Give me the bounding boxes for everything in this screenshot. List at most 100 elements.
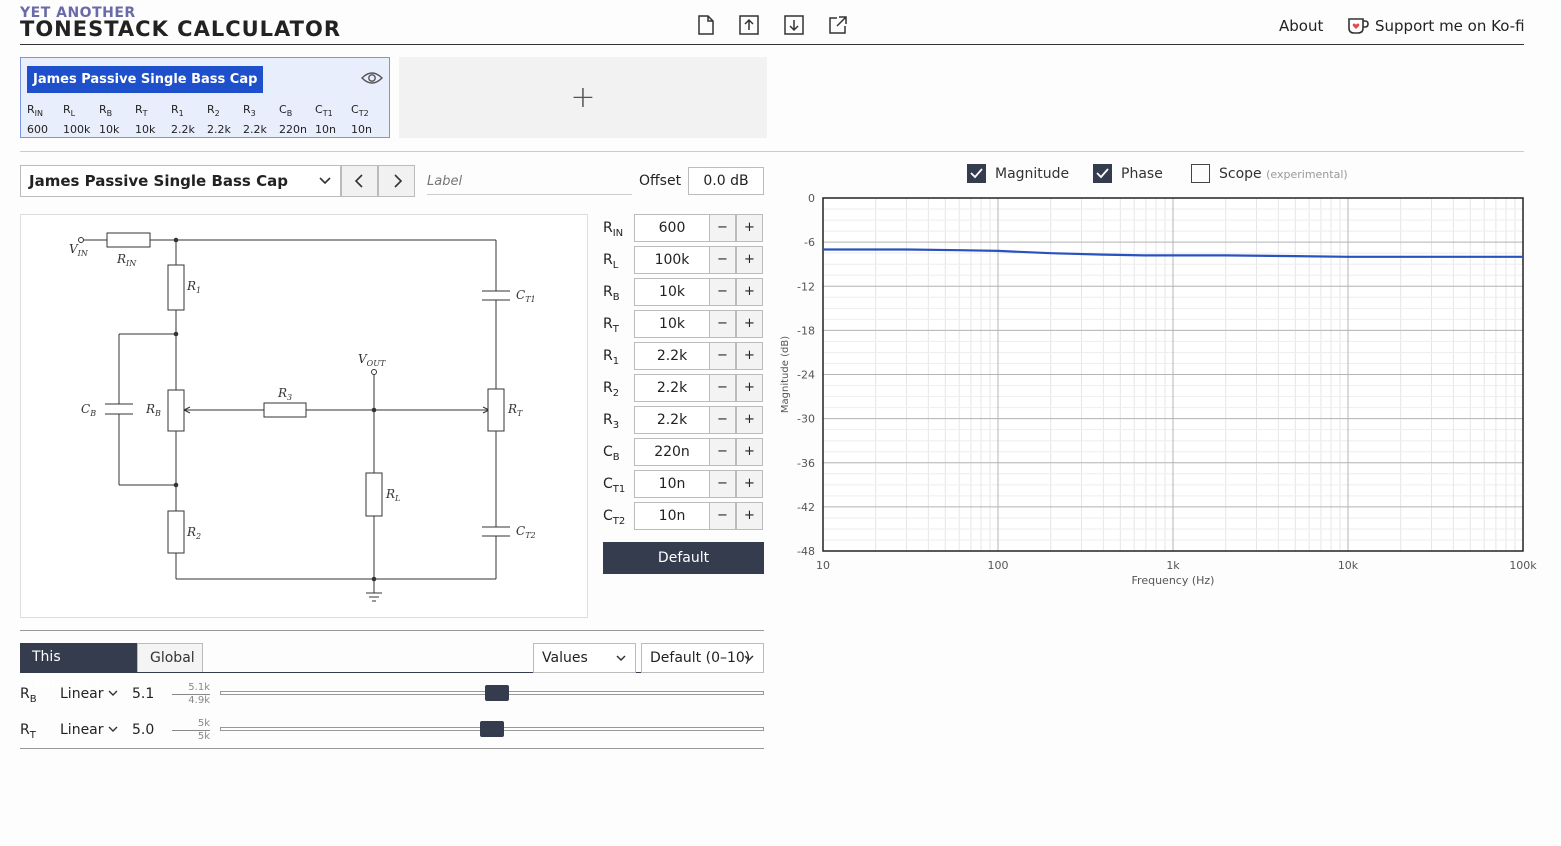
decrement-button[interactable]: −	[709, 470, 736, 498]
param-value-input[interactable]: 10k	[634, 310, 710, 338]
preset-dropdown[interactable]: James Passive Single Bass Cap	[20, 165, 341, 197]
increment-button[interactable]: +	[736, 374, 763, 402]
card-param-value: 600	[27, 123, 48, 137]
increment-button[interactable]: +	[736, 502, 763, 530]
increment-button[interactable]: +	[736, 438, 763, 466]
taper-select[interactable]: Linear	[60, 686, 118, 702]
check-icon	[1096, 168, 1109, 179]
header-divider	[20, 44, 1524, 45]
card-param: CT2 10n	[351, 102, 387, 138]
card-param-value: 10k	[135, 123, 156, 137]
new-file-icon[interactable]	[695, 14, 717, 36]
scope-checkbox[interactable]	[1191, 164, 1210, 183]
about-link[interactable]: About	[1279, 17, 1323, 35]
values-select[interactable]: Values	[533, 643, 636, 673]
slider-thumb[interactable]	[480, 721, 504, 737]
r2-label: R2	[186, 525, 201, 541]
ct2-label: CT2	[516, 524, 536, 540]
card-param-value: 2.2k	[171, 123, 195, 137]
tab-this-tonestack[interactable]: This Tonestack	[20, 643, 137, 693]
offset-label: Offset	[639, 173, 682, 189]
next-preset-button[interactable]	[378, 165, 415, 197]
share-icon[interactable]	[827, 14, 849, 36]
y-tick-label: -24	[797, 369, 815, 382]
card-param-value: 2.2k	[243, 123, 267, 137]
y-tick-label: -12	[797, 280, 815, 293]
schematic-diagram: VIN RIN R1 CT1 VOUT CB RB R3 RT RL R2 CT…	[20, 214, 588, 618]
param-value-input[interactable]: 220n	[634, 438, 710, 466]
param-value-input[interactable]: 600	[634, 214, 710, 242]
download-icon[interactable]	[783, 14, 805, 36]
taper-select[interactable]: Linear	[60, 722, 118, 738]
x-tick-label: 1k	[1166, 559, 1180, 572]
param-value-input[interactable]: 2.2k	[634, 374, 710, 402]
x-tick-label: 10k	[1338, 559, 1359, 572]
magnitude-label: Magnitude	[995, 166, 1070, 182]
offset-input[interactable]: 0.0 dB	[688, 167, 764, 195]
label-input[interactable]	[427, 168, 632, 195]
param-label: R3	[603, 412, 620, 431]
y-tick-label: -18	[797, 324, 815, 337]
increment-button[interactable]: +	[736, 310, 763, 338]
decrement-button[interactable]: −	[709, 438, 736, 466]
increment-button[interactable]: +	[736, 406, 763, 434]
logo-title[interactable]: TONESTACK CALCULATOR	[20, 17, 341, 41]
eye-icon[interactable]	[361, 68, 383, 88]
decrement-button[interactable]: −	[709, 278, 736, 306]
decrement-button[interactable]: −	[709, 310, 736, 338]
frequency-response-chart[interactable]: 0 -6 -12 -18 -24 -30 -36 -42 -4810 100 1k 10k 100k Fr…	[775, 190, 1555, 600]
slider-value: 5.0	[132, 722, 155, 738]
param-row: RL 100k − +	[603, 246, 764, 274]
y-tick-label: -42	[797, 501, 815, 514]
param-value-input[interactable]: 10n	[634, 470, 710, 498]
param-value-input[interactable]: 100k	[634, 246, 710, 274]
magnitude-checkbox[interactable]	[967, 164, 986, 183]
previous-preset-button[interactable]	[341, 165, 378, 197]
default-button[interactable]: Default	[603, 542, 764, 574]
vin-label: VIN	[69, 242, 89, 258]
slider-label: RT	[20, 722, 36, 741]
ko-fi-cup-icon[interactable]	[1347, 16, 1369, 36]
param-value-input[interactable]: 2.2k	[634, 406, 710, 434]
support-link[interactable]: Support me on Ko-fi	[1375, 17, 1525, 35]
slider-thumb[interactable]	[485, 685, 510, 701]
increment-button[interactable]: +	[736, 214, 763, 242]
card-param-name: RT	[135, 103, 148, 119]
range-select[interactable]: Default (0–10)	[641, 643, 764, 673]
card-param-value: 10k	[99, 123, 120, 137]
param-value-input[interactable]: 10k	[634, 278, 710, 306]
increment-button[interactable]: +	[736, 342, 763, 370]
decrement-button[interactable]: −	[709, 214, 736, 242]
tab-global[interactable]: Global	[137, 643, 203, 673]
decrement-button[interactable]: −	[709, 502, 736, 530]
param-row: CT1 10n − +	[603, 470, 764, 498]
card-param-name: R3	[243, 103, 256, 119]
card-param-value: 220n	[279, 123, 307, 137]
decrement-button[interactable]: −	[709, 342, 736, 370]
y-tick-label: -36	[797, 457, 815, 470]
section-divider	[20, 748, 764, 749]
card-param: R3 2.2k	[243, 102, 279, 138]
param-value-input[interactable]: 10n	[634, 502, 710, 530]
upload-icon[interactable]	[738, 14, 760, 36]
param-label: CT2	[603, 508, 626, 527]
preset-dropdown-value: James Passive Single Bass Cap	[29, 172, 288, 190]
chevron-left-icon	[354, 174, 363, 188]
increment-button[interactable]: +	[736, 470, 763, 498]
param-row: CB 220n − +	[603, 438, 764, 466]
card-param: R2 2.2k	[207, 102, 243, 138]
card-param-name: RB	[99, 103, 113, 119]
values-select-value: Values	[542, 650, 588, 666]
tonestack-card[interactable]: James Passive Single Bass Cap RIN 600 RL 10…	[20, 57, 390, 138]
param-row: CT2 10n − +	[603, 502, 764, 530]
increment-button[interactable]: +	[736, 278, 763, 306]
decrement-button[interactable]: −	[709, 246, 736, 274]
scope-label-sub: (experimental)	[1266, 168, 1348, 181]
param-value-input[interactable]: 2.2k	[634, 342, 710, 370]
phase-checkbox[interactable]	[1093, 164, 1112, 183]
param-row: RT 10k − +	[603, 310, 764, 338]
decrement-button[interactable]: −	[709, 406, 736, 434]
decrement-button[interactable]: −	[709, 374, 736, 402]
add-tonestack-button[interactable]: +	[399, 57, 767, 138]
increment-button[interactable]: +	[736, 246, 763, 274]
